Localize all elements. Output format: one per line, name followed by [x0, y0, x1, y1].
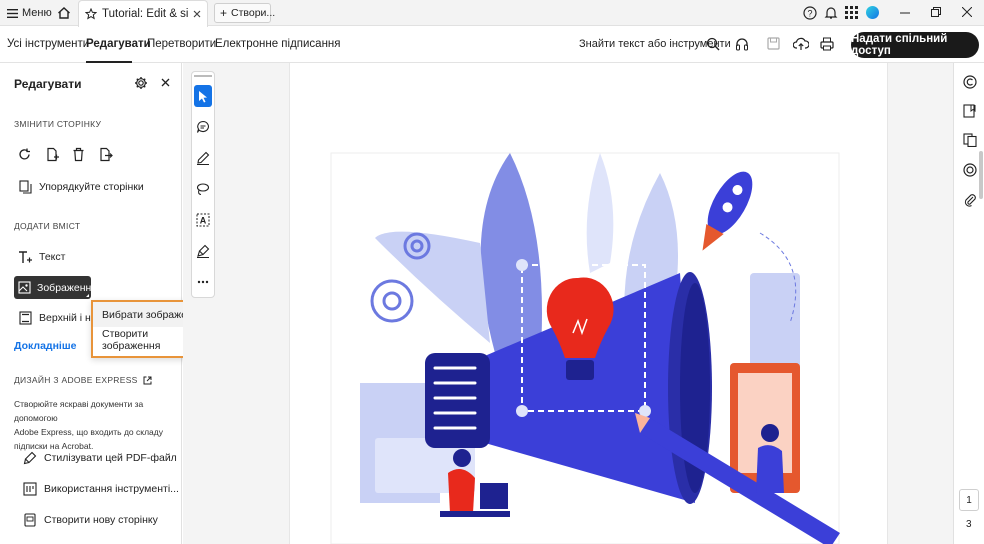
- menu-bar: Усі інструменти Редагувати Перетворити Е…: [0, 27, 984, 63]
- tab-convert[interactable]: Перетворити: [147, 38, 216, 50]
- print-icon[interactable]: [820, 37, 834, 51]
- hamburger-icon: [6, 8, 18, 18]
- use-tools-button[interactable]: Використання інструменті...: [22, 481, 179, 497]
- lasso-icon: [196, 182, 210, 196]
- insert-page-icon[interactable]: [45, 147, 60, 162]
- organize-pages-label: Упорядкуйте сторінки: [39, 181, 144, 193]
- home-icon: [57, 6, 71, 20]
- select-tool[interactable]: [194, 85, 212, 107]
- ai-assistant-icon[interactable]: [963, 75, 977, 89]
- drag-handle[interactable]: [194, 75, 212, 77]
- style-pdf-button[interactable]: Стилізувати цей PDF-файл: [22, 450, 177, 466]
- fountain-pen-icon: [196, 244, 210, 258]
- comment-icon: [196, 120, 210, 134]
- close-panel-icon[interactable]: [161, 78, 170, 87]
- plus-icon: +: [220, 6, 228, 20]
- organize-pages-button[interactable]: Упорядкуйте сторінки: [17, 179, 144, 195]
- menu-button[interactable]: Меню: [6, 4, 52, 22]
- organize-pages-icon: [17, 179, 33, 195]
- add-image-button[interactable]: Зображення: [14, 276, 97, 299]
- new-tab-button[interactable]: + Створи...: [214, 3, 275, 23]
- create-new-page-button[interactable]: Створити нову сторінку: [22, 512, 158, 528]
- section-add-content: ДОДАТИ ВМІСТ: [14, 221, 81, 231]
- more-dots-icon: [197, 280, 209, 284]
- page-thumbnails-icon[interactable]: [963, 133, 977, 147]
- create-new-page-label: Створити нову сторінку: [44, 514, 158, 526]
- express-description-line: Створюйте яскраві документи за допомогою: [14, 399, 144, 423]
- pen-icon: [196, 151, 210, 165]
- menu-label: Меню: [22, 7, 52, 19]
- panel-title: Редагувати: [14, 77, 82, 91]
- share-button[interactable]: Надати спільний доступ: [851, 32, 979, 58]
- comment-tool[interactable]: [194, 116, 212, 138]
- quick-tools-strip: A: [191, 71, 215, 298]
- rotate-icon[interactable]: [17, 147, 32, 162]
- pdf-page: [289, 63, 888, 544]
- document-tab[interactable]: Tutorial: Edit & sign ...: [78, 0, 208, 27]
- home-button[interactable]: [57, 4, 71, 22]
- extract-page-icon[interactable]: [98, 147, 113, 162]
- brush-icon: [22, 450, 38, 466]
- target-icon[interactable]: [963, 163, 977, 177]
- help-icon[interactable]: ?: [803, 6, 817, 20]
- tab-all-tools[interactable]: Усі інструменти: [7, 38, 89, 50]
- text-tool-icon: [17, 249, 33, 265]
- right-toolbar: [953, 63, 984, 544]
- restore-icon[interactable]: [931, 7, 941, 17]
- add-text-label: Текст: [39, 251, 66, 263]
- style-pdf-label: Стилізувати цей PDF-файл: [44, 452, 177, 464]
- section-edit-page: ЗМІНИТИ СТОРІНКУ: [14, 119, 102, 129]
- avatar[interactable]: [866, 6, 879, 19]
- bookmark-icon[interactable]: [963, 104, 977, 118]
- tab-edit[interactable]: Редагувати: [86, 38, 151, 50]
- add-text-button[interactable]: Текст: [17, 249, 65, 265]
- header-footer-icon: [17, 310, 33, 326]
- express-description-line: Adobe Express, що входить до складу: [14, 427, 163, 437]
- use-tools-label: Використання інструменті...: [44, 483, 179, 495]
- delete-page-icon[interactable]: [71, 147, 86, 162]
- close-window-icon[interactable]: [962, 7, 972, 17]
- svg-text:?: ?: [807, 9, 812, 19]
- search-icon[interactable]: [706, 37, 720, 51]
- title-bar: Меню Tutorial: Edit & sign ... + Створи.…: [0, 0, 984, 27]
- svg-text:A: A: [200, 216, 207, 226]
- external-link-icon[interactable]: [143, 376, 152, 385]
- section-adobe-express-title: ДИЗАЙН З ADOBE EXPRESS: [14, 375, 138, 385]
- cursor-icon: [198, 90, 208, 103]
- page-illustration: [330, 152, 840, 544]
- tab-e-sign[interactable]: Електронне підписання: [215, 38, 341, 50]
- draw-tool[interactable]: [194, 178, 212, 200]
- save-icon[interactable]: [767, 37, 780, 50]
- new-tab-label: Створи...: [231, 7, 276, 19]
- document-tab-title: Tutorial: Edit & sign ...: [102, 8, 189, 20]
- text-box-tool[interactable]: A: [194, 209, 212, 231]
- minimize-icon[interactable]: [900, 7, 910, 17]
- apps-grid-icon[interactable]: [845, 6, 858, 19]
- star-icon[interactable]: [85, 8, 97, 20]
- gear-icon[interactable]: [134, 76, 148, 90]
- tools-icon: [22, 481, 38, 497]
- bell-icon[interactable]: [824, 6, 838, 20]
- highlight-tool[interactable]: [194, 147, 212, 169]
- current-page-field[interactable]: 1: [959, 489, 979, 511]
- scrollbar-thumb[interactable]: [979, 151, 983, 199]
- image-tool-icon: [18, 281, 31, 294]
- total-pages-label: 3: [966, 519, 972, 530]
- sign-tool[interactable]: [194, 240, 212, 262]
- express-description: Створюйте яскраві документи за допомогою…: [14, 397, 181, 453]
- attachment-icon[interactable]: [963, 193, 977, 207]
- headphones-icon[interactable]: [735, 37, 749, 51]
- new-page-icon: [22, 512, 38, 528]
- close-tab-icon[interactable]: [193, 10, 201, 18]
- submenu-corner-icon: [86, 294, 89, 297]
- add-image-label: Зображення: [37, 281, 98, 294]
- text-box-icon: A: [196, 213, 210, 227]
- upload-cloud-icon[interactable]: [793, 36, 809, 51]
- learn-more-link[interactable]: Докладніше: [14, 340, 76, 352]
- more-tools-button[interactable]: [194, 271, 212, 293]
- section-adobe-express: ДИЗАЙН З ADOBE EXPRESS: [14, 375, 152, 385]
